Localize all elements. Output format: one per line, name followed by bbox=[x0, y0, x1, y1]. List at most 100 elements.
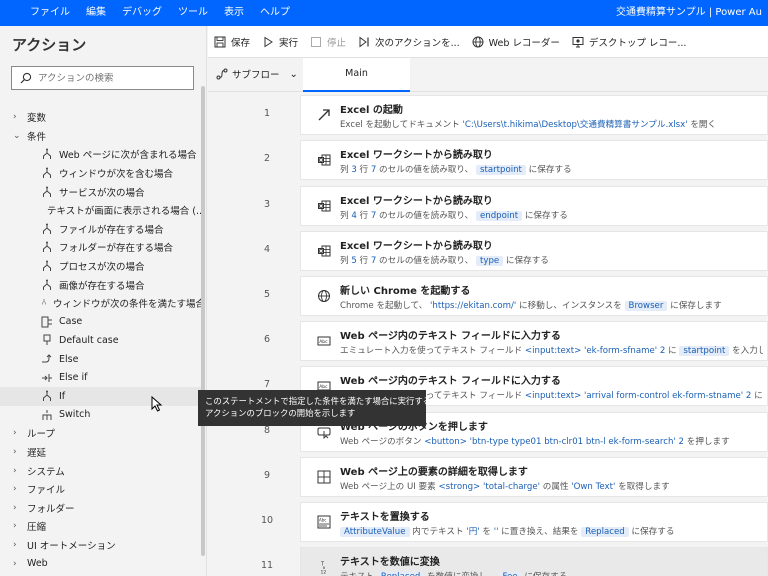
literal-value: 'total-charge' bbox=[482, 482, 541, 492]
menu-edit[interactable]: 編集 bbox=[78, 0, 114, 26]
play-icon bbox=[264, 36, 273, 47]
action-item[interactable]: フォルダーが存在する場合 bbox=[0, 238, 205, 257]
action-category[interactable]: › システム bbox=[0, 461, 205, 480]
action-card[interactable]: T12 テキストを数値に変換テキスト Replaced を数値に変換し、 Fee … bbox=[300, 547, 768, 576]
desktop-recorder-button[interactable]: デスクトップ レコー... bbox=[572, 35, 686, 49]
globe-icon bbox=[317, 289, 331, 303]
step-number: 4 bbox=[263, 244, 271, 255]
action-title: Excel の起動 bbox=[340, 105, 403, 116]
stop-button[interactable]: 停止 bbox=[310, 35, 346, 49]
chevron-right-icon[interactable]: › bbox=[13, 521, 23, 531]
action-item[interactable]: Else if bbox=[0, 368, 205, 387]
action-category[interactable]: › UI オートメーション bbox=[0, 536, 205, 555]
action-category[interactable]: › 遅延 bbox=[0, 443, 205, 462]
action-title: Excel ワークシートから読み取り bbox=[340, 196, 493, 207]
description-text: エミュレート入力を使ってテキスト フィールド bbox=[340, 346, 525, 356]
save-button[interactable]: 保存 bbox=[214, 35, 250, 49]
description-text: に保存する bbox=[503, 256, 549, 266]
chevron-right-icon[interactable]: › bbox=[13, 503, 23, 513]
web-recorder-button[interactable]: Web レコーダー bbox=[472, 35, 560, 49]
action-card[interactable]: Excel の起動 Excel を起動してドキュメント 'C:\Users\t.h… bbox=[300, 95, 768, 135]
menu-file[interactable]: ファイル bbox=[0, 0, 78, 26]
run-button[interactable]: 実行 bbox=[262, 35, 298, 49]
condition-icon bbox=[41, 260, 53, 272]
action-card[interactable]: Excel ワークシートから読み取り列 4 行 7 のセルの値を読み取り、 en… bbox=[300, 186, 768, 226]
menu-view[interactable]: 表示 bbox=[216, 0, 252, 26]
literal-value: 'https://ekitan.com/' bbox=[430, 301, 517, 311]
variable-token: Browser bbox=[624, 301, 668, 311]
chevron-right-icon[interactable]: › bbox=[13, 112, 23, 122]
action-category[interactable]: › Web bbox=[0, 554, 205, 573]
literal-value: 'Own Text' bbox=[571, 482, 616, 492]
action-search-box[interactable] bbox=[11, 66, 194, 90]
flow-step: 2 Excel ワークシートから読み取り列 3 行 7 のセルの値を読み取り、 s… bbox=[208, 137, 768, 182]
action-item[interactable]: If bbox=[0, 386, 205, 406]
variable-token: startpoint bbox=[475, 165, 526, 175]
action-item[interactable]: プロセスが次の場合 bbox=[0, 257, 205, 276]
action-item[interactable]: Case bbox=[0, 313, 205, 332]
chevron-right-icon[interactable]: › bbox=[13, 428, 23, 438]
action-item[interactable]: Default case bbox=[0, 331, 205, 350]
subflow-dropdown[interactable]: サブフロー ⌄ bbox=[216, 67, 298, 81]
description-text: 内でテキスト bbox=[409, 527, 467, 537]
variable-token: startpoint bbox=[679, 346, 730, 356]
action-category[interactable]: › 圧縮 bbox=[0, 517, 205, 536]
subflow-label: サブフロー bbox=[232, 70, 280, 81]
action-title: Web ページ上の要素の詳細を取得します bbox=[340, 467, 528, 478]
menu-help[interactable]: ヘルプ bbox=[252, 0, 298, 26]
action-description: 列 3 行 7 のセルの値を読み取り、 startpoint に保存する bbox=[340, 163, 763, 175]
action-card[interactable]: Abc Web ページ内のテキスト フィールドに入力する エミュレート入力を使ってテ… bbox=[300, 321, 768, 361]
svg-text:Abc: Abc bbox=[319, 339, 328, 345]
button-press-icon bbox=[317, 425, 331, 440]
action-item[interactable]: Switch bbox=[0, 406, 205, 425]
action-tree: › 変数 ⌄ 条件 Web ページに次が含まれる場合 ウィンドウが次を含む場合 サービスが次… bbox=[0, 108, 205, 573]
menu-debug[interactable]: デバッグ bbox=[114, 0, 170, 26]
action-item[interactable]: Web ページに次が含まれる場合 bbox=[0, 145, 205, 164]
chevron-right-icon[interactable]: › bbox=[13, 559, 23, 569]
action-item[interactable]: サービスが次の場合 bbox=[0, 182, 205, 201]
panel-scrollbar[interactable] bbox=[201, 86, 205, 556]
flow-step: 4 Excel ワークシートから読み取り列 5 行 7 のセルの値を読み取り、 t… bbox=[208, 228, 768, 273]
stop-label: 停止 bbox=[327, 37, 347, 49]
action-card[interactable]: 新しい Chrome を起動する Chrome を起動して、 'https://e… bbox=[300, 276, 768, 316]
action-card[interactable]: Web ページ上の要素の詳細を取得します Web ページ上の UI 要素 <str… bbox=[300, 457, 768, 497]
action-item[interactable]: Else bbox=[0, 350, 205, 369]
description-text: 列 bbox=[340, 211, 352, 221]
tab-main[interactable]: Main bbox=[303, 58, 410, 92]
action-category[interactable]: ⌄ 条件 bbox=[0, 127, 205, 146]
action-category[interactable]: › ファイル bbox=[0, 480, 205, 499]
action-tooltip: このステートメントで指定した条件を満たす場合に実行する、 アクションのブロックの… bbox=[198, 390, 440, 426]
next-action-button[interactable]: 次のアクションを... bbox=[358, 35, 460, 49]
action-item[interactable]: ファイルが存在する場合 bbox=[0, 220, 205, 239]
action-category[interactable]: › フォルダー bbox=[0, 498, 205, 517]
else-if-icon bbox=[41, 372, 53, 384]
chevron-right-icon[interactable]: › bbox=[13, 484, 23, 494]
action-item[interactable]: テキストが画面に表示される場合 (... bbox=[0, 201, 205, 224]
flow-step: 11 T12 テキストを数値に変換テキスト Replaced を数値に変換し、 Fe… bbox=[208, 544, 768, 576]
action-card[interactable]: Abc テキストを置換する AttributeValue 内でテキスト '円' を … bbox=[300, 502, 768, 542]
action-title: テキストを数値に変換 bbox=[340, 557, 440, 568]
chevron-right-icon[interactable]: › bbox=[13, 466, 23, 476]
action-category[interactable]: › 変数 bbox=[0, 108, 205, 127]
action-card[interactable]: Excel ワークシートから読み取り列 5 行 7 のセルの値を読み取り、 ty… bbox=[300, 231, 768, 271]
action-search-input[interactable] bbox=[38, 72, 188, 84]
action-item[interactable]: ウィンドウが次を含む場合 bbox=[0, 164, 205, 183]
action-label: ファイル bbox=[27, 485, 66, 497]
menu-tools[interactable]: ツール bbox=[170, 0, 216, 26]
chevron-down-icon[interactable]: ⌄ bbox=[13, 131, 23, 141]
action-label: Web bbox=[27, 558, 48, 570]
chevron-right-icon[interactable]: › bbox=[13, 447, 23, 457]
step-number: 8 bbox=[263, 425, 271, 436]
action-category[interactable]: › ループ bbox=[0, 424, 205, 443]
convert-number-icon: T 12 bbox=[317, 560, 331, 576]
action-item[interactable]: ウィンドウが次の条件を満たす場合 bbox=[0, 294, 205, 313]
flow-canvas: 1 Excel の起動 Excel を起動してドキュメント 'C:\Users\t.… bbox=[208, 92, 768, 576]
action-item[interactable]: 画像が存在する場合 bbox=[0, 275, 205, 294]
chevron-right-icon[interactable]: › bbox=[13, 540, 23, 550]
launch-excel-icon bbox=[317, 108, 331, 122]
action-label: 画像が存在する場合 bbox=[59, 280, 145, 292]
action-card[interactable]: Excel ワークシートから読み取り列 3 行 7 のセルの値を読み取り、 st… bbox=[300, 140, 768, 180]
action-label: システム bbox=[27, 466, 65, 478]
description-text: 行 bbox=[356, 256, 371, 266]
action-description: Web ページのボタン <button> 'btn-type type01 bt… bbox=[340, 435, 763, 447]
